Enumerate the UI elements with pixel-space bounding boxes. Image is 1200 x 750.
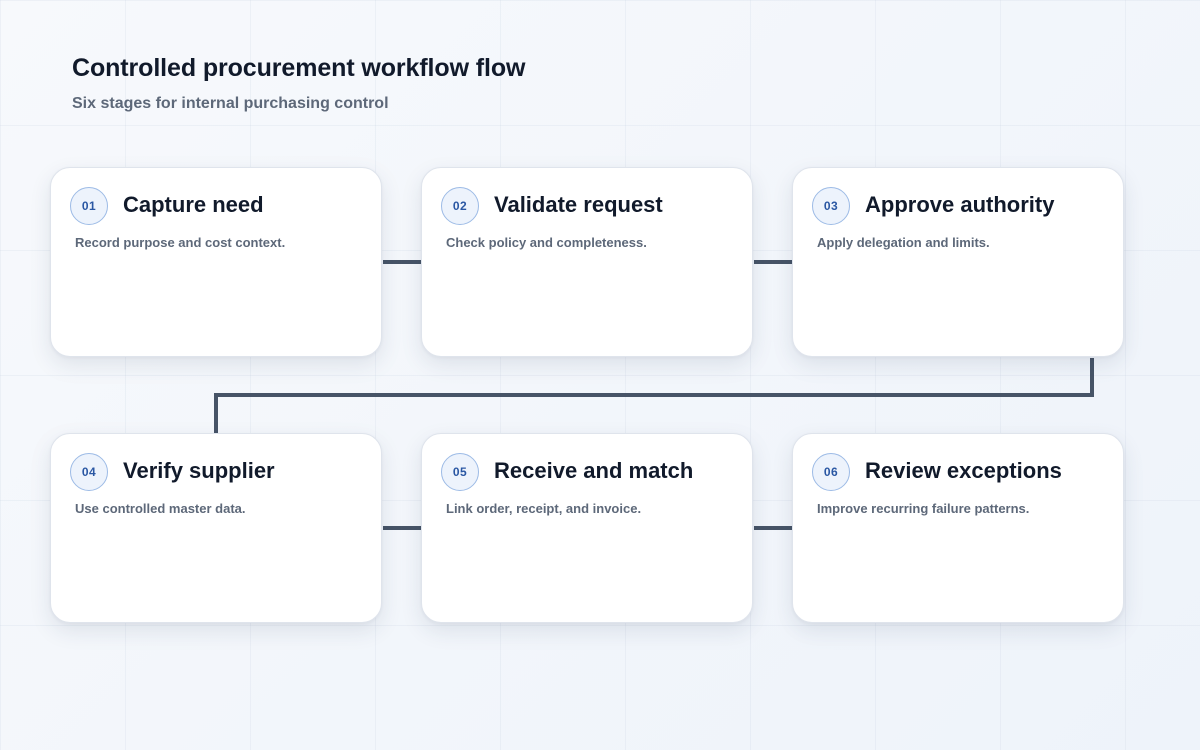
stage-description: Improve recurring failure patterns. — [817, 501, 1030, 516]
stage-number-badge: 03 — [812, 187, 850, 225]
stage-description: Link order, receipt, and invoice. — [446, 501, 642, 516]
stage-number-badge: 01 — [70, 187, 108, 225]
stage-description: Record purpose and cost context. — [75, 235, 286, 250]
flow-connectors — [214, 260, 1094, 530]
stage-title: Review exceptions — [865, 458, 1062, 483]
stage-number-badge: 05 — [441, 453, 479, 491]
stage-card-03: 03 Approve authority Apply delegation an… — [792, 167, 1124, 357]
stage-card-05: 05 Receive and match Link order, receipt… — [421, 433, 753, 623]
stage-description: Apply delegation and limits. — [817, 235, 990, 250]
stage-title: Capture need — [123, 192, 264, 217]
stage-card-06: 06 Review exceptions Improve recurring f… — [792, 433, 1124, 623]
stage-card-04: 04 Verify supplier Use controlled master… — [50, 433, 382, 623]
stage-number-badge: 02 — [441, 187, 479, 225]
stage-card-02: 02 Validate request Check policy and com… — [421, 167, 753, 357]
connector-03-04 — [214, 358, 1094, 433]
stage-title: Verify supplier — [123, 458, 275, 483]
stage-card-01: 01 Capture need Record purpose and cost … — [50, 167, 382, 357]
stage-description: Use controlled master data. — [75, 501, 246, 516]
stage-description: Check policy and completeness. — [446, 235, 647, 250]
stage-title: Validate request — [494, 192, 663, 217]
stage-title: Receive and match — [494, 458, 694, 483]
stage-title: Approve authority — [865, 192, 1055, 217]
stage-number-badge: 04 — [70, 453, 108, 491]
stage-number-badge: 06 — [812, 453, 850, 491]
